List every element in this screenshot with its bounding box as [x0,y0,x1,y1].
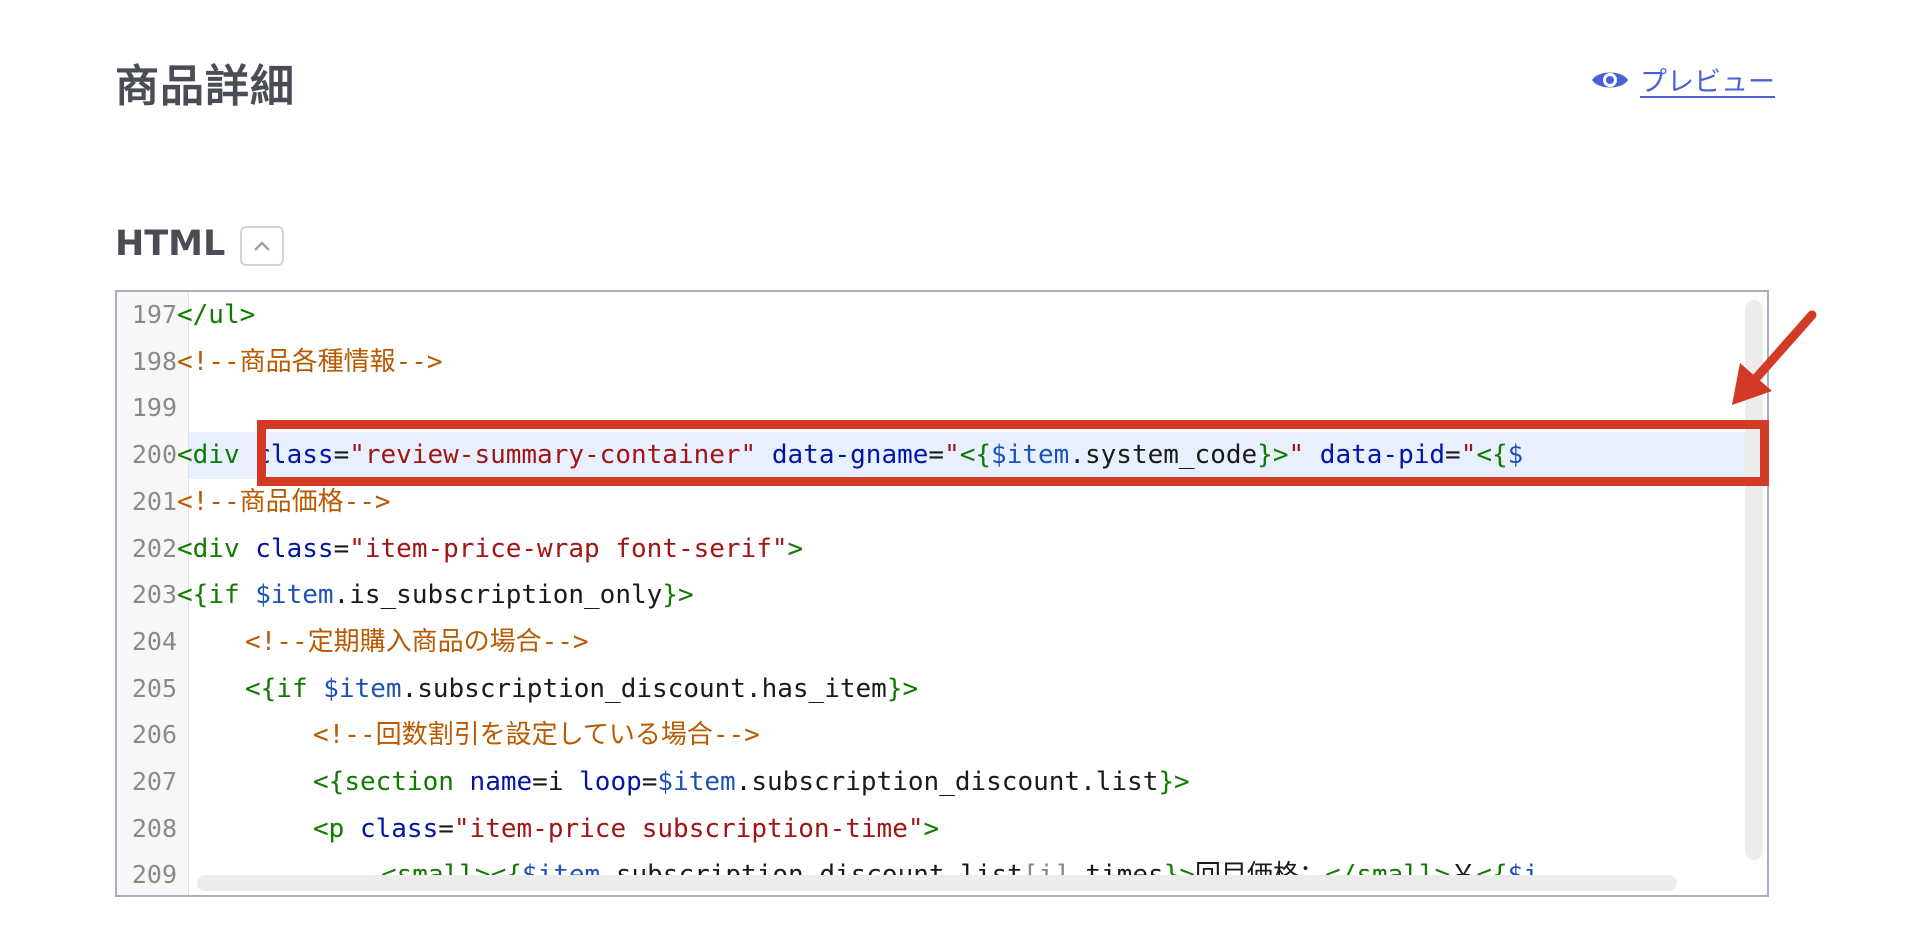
code-line: 208 <p class="item-price subscription-tim… [117,806,1767,853]
code-line: 198 <!--商品各種情報--> [117,339,1767,386]
code-text: <p class="item-price subscription-time"> [313,813,940,844]
line-number: 202 [131,533,177,563]
code-line: 203 <{if $item.is_subscription_only}> [117,572,1767,619]
line-number: 200 [131,440,177,470]
line-number: 203 [131,580,177,610]
code-text: <!--定期購入商品の場合--> [245,626,589,657]
code-line: 206 <!--回数割引を設定している場合--> [117,712,1767,759]
code-line: 205 <{if $item.subscription_discount.has_… [117,666,1767,713]
code-editor[interactable]: 197 </ul> 198 <!--商品各種情報--> 199 200 <div class… [115,290,1769,897]
line-number: 199 [131,393,177,423]
page-title: 商品詳細 [115,61,295,112]
line-number: 197 [131,300,177,329]
line-number: 209 [131,860,177,890]
code-line: 197 </ul> [117,292,1767,339]
line-number: 204 [131,626,177,656]
code-text: <!--回数割引を設定している場合--> [313,720,760,751]
code-line: 207 <{section name=i loop=$item.subscript… [117,759,1767,806]
code-text: <!--商品各種情報--> [177,346,443,377]
line-number: 207 [131,767,177,796]
collapse-button[interactable] [240,226,284,266]
annotation-arrow-icon [1732,310,1817,405]
line-number: 206 [131,720,177,750]
line-number: 205 [131,673,177,703]
preview-link[interactable]: プレビュー [1590,60,1775,99]
horizontal-scrollbar[interactable] [197,875,1677,891]
code-text: </ul> [177,300,256,330]
code-text: <{if $item.subscription_discount.has_ite… [245,673,919,704]
code-text: <!--商品価格--> [177,486,391,517]
preview-label: プレビュー [1640,67,1775,98]
code-line: 199 [117,385,1767,432]
code-text: <{section name=i loop=$item.subscription… [313,767,1190,797]
section-label: HTML [115,224,226,264]
line-number: 198 [131,346,177,376]
code-line: 204 <!--定期購入商品の場合--> [117,619,1767,666]
line-number: 208 [131,813,177,843]
code-line: 201 <!--商品価格--> [117,479,1767,526]
eye-icon [1592,72,1628,87]
chevron-up-icon [254,241,270,251]
code-text: <div class="review-summary-container" da… [177,440,1524,471]
line-number: 201 [131,486,177,516]
code-text: <div class="item-price-wrap font-serif"> [177,533,804,564]
code-line: 202 <div class="item-price-wrap font-seri… [117,526,1767,573]
code-text: <{if $item.is_subscription_only}> [177,580,694,611]
code-line: 200 <div class="review-summary-container"… [117,432,1767,479]
